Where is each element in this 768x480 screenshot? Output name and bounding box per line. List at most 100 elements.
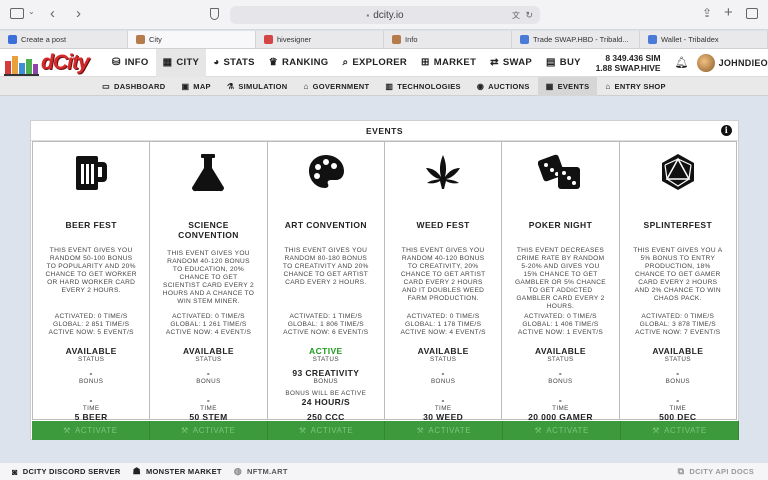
hammer-icon: ⚒ [652, 426, 661, 435]
event-time-block: - TIME [502, 396, 618, 413]
info-icon[interactable]: i [721, 125, 732, 136]
cart-icon: ⊞ [421, 57, 430, 68]
username[interactable]: JOHNDIEO [719, 58, 768, 68]
activate-label: ACTIVATE [310, 426, 354, 435]
subnav-icon: ▥ [385, 81, 394, 91]
nav-item-ranking[interactable]: ♛ RANKING [262, 49, 336, 77]
event-status-label: STATUS [547, 356, 574, 363]
event-time-block: - TIME [620, 396, 736, 413]
address-bar[interactable]: ▪ dcity.io 文 ↻ [230, 6, 540, 24]
bell-icon[interactable]: 🔔︎ [675, 56, 689, 69]
nftm-link[interactable]: ◍ NFTM.ART [234, 466, 288, 477]
api-docs-link[interactable]: ⧉ DCITY API DOCS [678, 466, 754, 477]
event-bonus-block: - BONUS [385, 369, 501, 386]
event-description-line: 5% BONUS TO ENTRY [640, 255, 716, 262]
tab-label: Info [405, 35, 418, 44]
browser-tab[interactable]: City [128, 31, 256, 48]
event-bonus-block: - BONUS [150, 369, 266, 386]
monster-market-link[interactable]: ☗ MONSTER MARKET [133, 466, 222, 477]
event-activated-count: ACTIVATED: 0 TIME/S [641, 313, 715, 320]
city-icon: ▦ [162, 57, 173, 68]
browser-tab[interactable]: Create a post [0, 31, 128, 48]
tab-overview-icon[interactable] [746, 8, 758, 19]
activate-label: ACTIVATE [664, 426, 707, 435]
main-navbar: dCity ⛁ INFO ▦ CITY ◕ STATS ♛ RANKING ⌕ EXPLORER ⊞… [0, 48, 768, 77]
new-tab-icon[interactable]: + [724, 4, 733, 21]
nav-items: ⛁ INFO ▦ CITY ◕ STATS ♛ RANKING ⌕ EXPLORER ⊞ MARKET… [105, 48, 588, 77]
event-activated-count: ACTIVATED: 0 TIME/S [54, 313, 128, 320]
logo-text: dCity [41, 50, 89, 74]
nav-item-market[interactable]: ⊞ MARKET [414, 49, 483, 77]
activate-button[interactable]: ⚒ ACTIVATE [150, 421, 268, 440]
nav-label: MARKET [433, 57, 477, 68]
favicon-icon [520, 35, 529, 44]
subnav-icon: ⌂ [605, 81, 611, 91]
event-bonus-block: 93 CREATIVITY BONUS [268, 369, 384, 386]
nav-item-city[interactable]: ▦ CITY [155, 48, 207, 77]
subnav-simulation[interactable]: ⚗ SIMULATION [219, 77, 296, 96]
browser-tab[interactable]: hivesigner [256, 31, 384, 48]
subnav-government[interactable]: ⌂ GOVERNMENT [295, 77, 377, 96]
dcity-logo[interactable]: dCity [0, 49, 105, 77]
event-description: THIS EVENT GIVES YOU RANDOM 40-120 BONUS T… [160, 250, 256, 306]
events-grid: BEER FEST THIS EVENT GIVES YOU RANDOM 50-… [31, 141, 738, 429]
event-description-line: CHANCE TO GET ARTIST [283, 271, 369, 278]
nav-item-explorer[interactable]: ⌕ EXPLORER [335, 49, 414, 77]
event-status-label: STATUS [429, 356, 457, 363]
event-time-value: 24 HOUR/S [301, 397, 351, 407]
subnav-entry-shop[interactable]: ⌂ ENTRY SHOP [597, 77, 673, 96]
event-global-count: GLOBAL: 1 806 TIME/S [287, 321, 364, 328]
event-description-line: RANDOM 80-180 BONUS [284, 255, 368, 262]
event-description-line: PRODUCTION, 18% [644, 263, 711, 270]
nav-label: CITY [176, 57, 200, 68]
search-icon: ⌕ [342, 57, 349, 68]
footer: ◙ DCITY DISCORD SERVER ☗ MONSTER MARKET … [0, 463, 768, 480]
subnav-icon: ⚗ [226, 81, 235, 91]
event-description-line: TO CREATIVITY, 20% [407, 263, 479, 270]
subnav-auctions[interactable]: ◉ AUCTIONS [469, 77, 538, 96]
browser-tab[interactable]: Info [384, 31, 512, 48]
hammer-icon: ⚒ [534, 426, 543, 435]
event-description-line: CARD EVERY 2 HOURS. [285, 279, 367, 286]
trophy-icon: ♛ [268, 57, 279, 68]
browser-toolbar: ⌄ ‹ › ▪ dcity.io 文 ↻ ⇪ + [0, 0, 768, 30]
share-icon[interactable]: ⇪ [702, 6, 712, 20]
discord-link[interactable]: ◙ DCITY DISCORD SERVER [12, 467, 121, 477]
activate-button[interactable]: ⚒ ACTIVATE [503, 421, 622, 440]
activate-button[interactable]: ⚒ ACTIVATE [621, 421, 739, 440]
subnav-map[interactable]: ▣ MAP [173, 77, 218, 96]
subnav-label: AUCTIONS [488, 81, 530, 91]
reload-icon[interactable]: ↻ [525, 10, 533, 21]
subnav-technologies[interactable]: ▥ TECHNOLOGIES [377, 77, 468, 96]
event-time-value: - [206, 395, 211, 405]
privacy-shield-icon[interactable] [210, 8, 219, 20]
forward-icon[interactable]: › [76, 5, 81, 22]
sidebar-toggle-icon[interactable] [10, 8, 24, 19]
back-icon[interactable]: ‹ [50, 5, 55, 22]
discord-label: DCITY DISCORD SERVER [22, 467, 121, 476]
subnav-dashboard[interactable]: ▭ DASHBOARD [94, 77, 173, 96]
event-description-line: TO GET ADDICTED [528, 287, 593, 294]
browser-tab[interactable]: Wallet - Tribaldex [640, 31, 768, 48]
avatar[interactable] [696, 53, 715, 72]
hammer-icon: ⚒ [298, 426, 307, 435]
event-description-line: 5-20% AND GIVES YOU [521, 263, 600, 270]
tab-label: Trade SWAP.HBD - Tribald... [533, 35, 629, 44]
subnav-events[interactable]: ▦ EVENTS [537, 76, 598, 96]
event-active-now: ACTIVE NOW: 4 EVENT/S [400, 329, 486, 336]
activate-button[interactable]: ⚒ ACTIVATE [268, 421, 386, 440]
activate-button[interactable]: ⚒ ACTIVATE [385, 421, 504, 440]
event-global-count: GLOBAL: 1 178 TIME/S [405, 321, 482, 328]
event-bonus-value: - [676, 368, 680, 378]
translate-icon[interactable]: 文 [512, 10, 520, 21]
nav-item-stats[interactable]: ◕ STATS [206, 49, 262, 77]
monster-label: MONSTER MARKET [145, 467, 222, 476]
nav-item-info[interactable]: ⛁ INFO [105, 49, 156, 77]
activate-button[interactable]: ⚒ ACTIVATE [32, 421, 150, 440]
event-status-block: AVAILABLE STATUS [33, 347, 149, 364]
chevron-down-icon[interactable]: ⌄ [28, 7, 35, 16]
nav-item-swap[interactable]: ⇄ SWAP [483, 49, 539, 77]
browser-tab[interactable]: Trade SWAP.HBD - Tribald... [512, 31, 640, 48]
event-description-line: THIS EVENT GIVES YOU A [633, 247, 723, 254]
nav-item-buy[interactable]: ▤ BUY [539, 49, 588, 77]
